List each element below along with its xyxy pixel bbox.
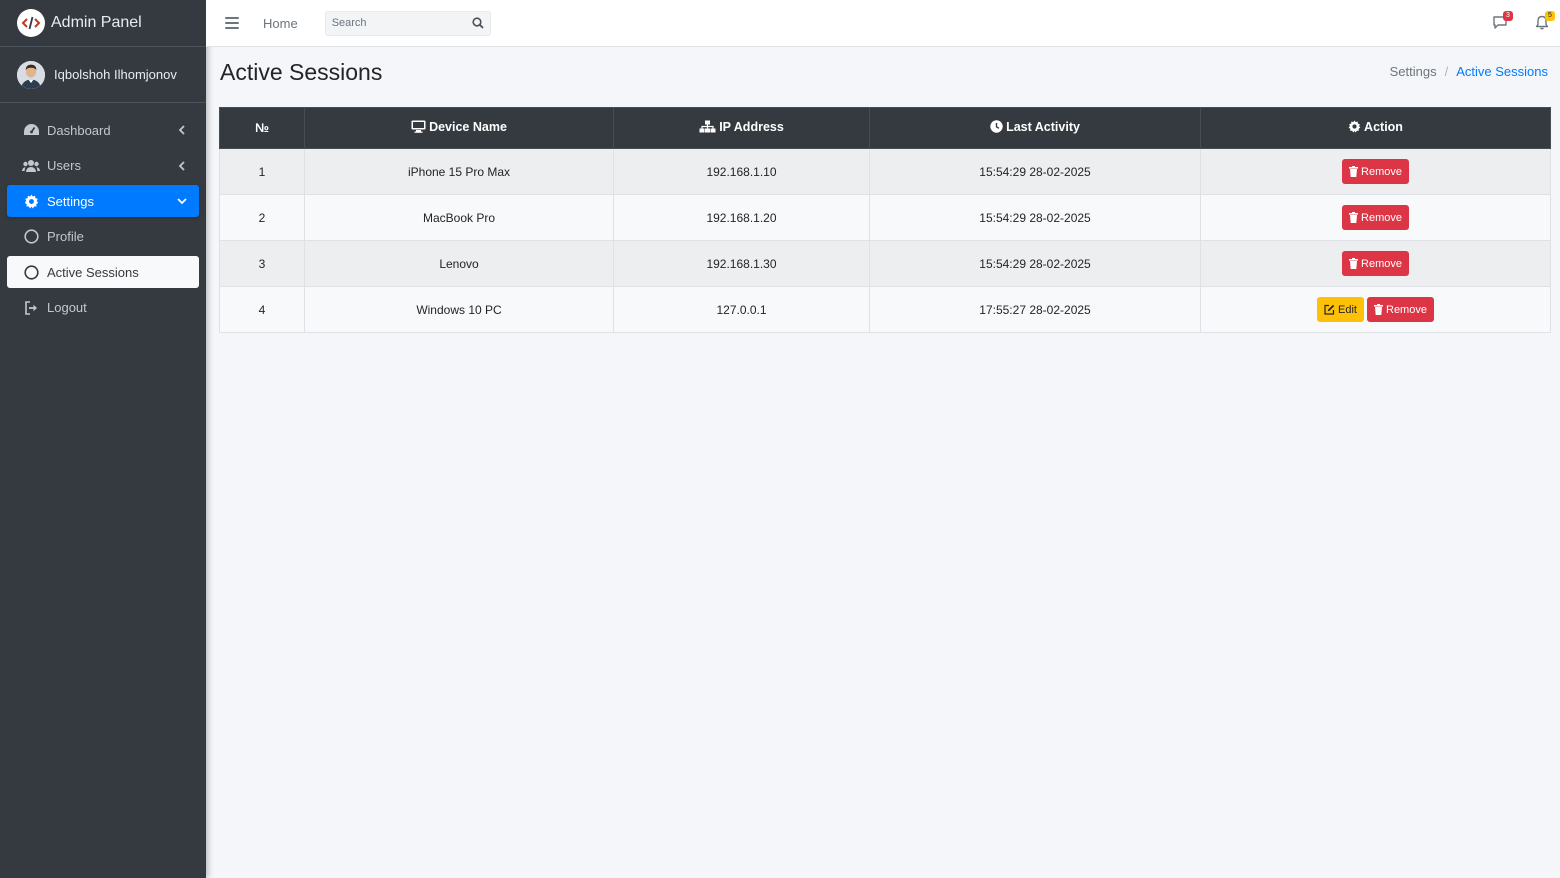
table-row: 2 MacBook Pro 192.168.1.20 15:54:29 28-0… bbox=[219, 194, 1551, 241]
notifications-badge: 5 bbox=[1545, 11, 1555, 21]
desktop-icon bbox=[411, 120, 426, 134]
sessions-table-wrapper: № Device Name IP Address Last Activity A… bbox=[219, 107, 1551, 333]
sidebar-item-label: Settings bbox=[47, 193, 94, 209]
cell-number: 2 bbox=[219, 194, 305, 241]
table-header-row: № Device Name IP Address Last Activity A… bbox=[219, 107, 1551, 149]
sidebar-item-profile[interactable]: Profile bbox=[7, 221, 199, 253]
remove-session-button[interactable]: Remove bbox=[1342, 205, 1409, 230]
brand-link[interactable]: Admin Panel bbox=[0, 0, 206, 47]
cell-ip-address: 192.168.1.10 bbox=[613, 148, 870, 195]
messages-icon[interactable]: 3 bbox=[1490, 11, 1513, 32]
topbar-right: 3 5 bbox=[1490, 11, 1555, 32]
clock-icon bbox=[990, 120, 1003, 133]
cell-action: Remove bbox=[1200, 148, 1551, 195]
trash-icon bbox=[1349, 258, 1359, 269]
cell-last-activity: 15:54:29 28-02-2025 bbox=[869, 194, 1201, 241]
table-row: 3 Lenovo 192.168.1.30 15:54:29 28-02-202… bbox=[219, 240, 1551, 287]
breadcrumb-current: Active Sessions bbox=[1456, 64, 1548, 79]
cell-action: Edit Remove bbox=[1200, 286, 1551, 333]
trash-icon bbox=[1349, 212, 1359, 223]
cell-action: Remove bbox=[1200, 240, 1551, 287]
cell-device-name: Lenovo bbox=[304, 240, 614, 287]
search-box bbox=[324, 10, 491, 36]
gear-icon bbox=[1348, 120, 1361, 133]
cell-ip-address: 192.168.1.30 bbox=[613, 240, 870, 287]
messages-badge: 3 bbox=[1503, 11, 1513, 21]
table-row: 1 iPhone 15 Pro Max 192.168.1.10 15:54:2… bbox=[219, 148, 1551, 195]
trash-icon bbox=[1374, 304, 1383, 315]
breadcrumb-settings-link[interactable]: Settings bbox=[1390, 64, 1437, 79]
cell-device-name: Windows 10 PC bbox=[304, 286, 614, 333]
cell-number: 4 bbox=[219, 286, 305, 333]
sidebar-item-dashboard[interactable]: Dashboard bbox=[7, 114, 199, 146]
chevron-left-icon bbox=[177, 160, 187, 171]
menu-toggle-icon[interactable] bbox=[225, 17, 239, 29]
header-action: Action bbox=[1200, 107, 1551, 149]
sidebar-item-logout[interactable]: Logout bbox=[7, 292, 199, 324]
topbar: Home 3 5 bbox=[206, 0, 1560, 47]
sidebar-nav: Dashboard Users Settings Profile Active … bbox=[0, 103, 206, 324]
sidebar-item-label: Dashboard bbox=[47, 122, 111, 138]
sessions-table: № Device Name IP Address Last Activity A… bbox=[219, 107, 1551, 333]
code-logo-icon bbox=[17, 9, 45, 37]
cell-number: 1 bbox=[219, 148, 305, 195]
sidebar-item-label: Profile bbox=[47, 229, 84, 244]
cell-action: Remove bbox=[1200, 194, 1551, 241]
users-icon bbox=[22, 158, 40, 174]
remove-session-button[interactable]: Remove bbox=[1367, 297, 1434, 322]
breadcrumb-separator: / bbox=[1444, 64, 1449, 79]
cell-device-name: MacBook Pro bbox=[304, 194, 614, 241]
chevron-down-icon bbox=[177, 196, 187, 206]
sidebar-item-label: Users bbox=[47, 158, 81, 173]
edit-session-button[interactable]: Edit bbox=[1317, 297, 1364, 322]
remove-session-button[interactable]: Remove bbox=[1342, 159, 1409, 184]
header-number: № bbox=[219, 107, 305, 149]
sidebar-item-label: Logout bbox=[47, 300, 87, 315]
sidebar-item-label: Active Sessions bbox=[47, 264, 139, 280]
search-icon[interactable] bbox=[466, 12, 490, 35]
header-last-activity: Last Activity bbox=[869, 107, 1201, 149]
home-link[interactable]: Home bbox=[263, 16, 298, 31]
avatar bbox=[17, 60, 45, 89]
page-title: Active Sessions bbox=[220, 59, 383, 85]
sidebar-item-users[interactable]: Users bbox=[7, 150, 199, 182]
remove-session-button[interactable]: Remove bbox=[1342, 251, 1409, 276]
search-input[interactable] bbox=[325, 17, 466, 29]
sidebar-item-active-sessions[interactable]: Active Sessions bbox=[7, 256, 199, 288]
logout-icon bbox=[22, 300, 40, 316]
network-icon bbox=[699, 120, 716, 133]
cell-last-activity: 17:55:27 28-02-2025 bbox=[869, 286, 1201, 333]
trash-icon bbox=[1349, 166, 1359, 177]
circle-icon bbox=[22, 264, 40, 280]
cell-number: 3 bbox=[219, 240, 305, 287]
user-name: Iqbolshoh Ilhomjonov bbox=[54, 67, 177, 82]
cell-last-activity: 15:54:29 28-02-2025 bbox=[869, 240, 1201, 287]
gear-icon bbox=[22, 193, 40, 209]
cell-ip-address: 192.168.1.20 bbox=[613, 194, 870, 241]
circle-icon bbox=[22, 229, 40, 245]
edit-icon bbox=[1324, 304, 1335, 315]
sidebar-item-settings[interactable]: Settings bbox=[7, 185, 199, 217]
header-ip-address: IP Address bbox=[613, 107, 870, 149]
brand-title: Admin Panel bbox=[51, 14, 142, 31]
cell-ip-address: 127.0.0.1 bbox=[613, 286, 870, 333]
breadcrumb: Settings / Active Sessions bbox=[1390, 64, 1548, 79]
sidebar: Admin Panel Iqbolshoh Ilhomjonov Dashboa… bbox=[0, 0, 206, 878]
chevron-left-icon bbox=[177, 125, 187, 135]
tachometer-icon bbox=[22, 122, 40, 138]
table-row: 4 Windows 10 PC 127.0.0.1 17:55:27 28-02… bbox=[219, 286, 1551, 333]
cell-device-name: iPhone 15 Pro Max bbox=[304, 148, 614, 195]
notifications-bell-icon[interactable]: 5 bbox=[1532, 11, 1555, 32]
header-device-name: Device Name bbox=[304, 107, 614, 149]
user-panel[interactable]: Iqbolshoh Ilhomjonov bbox=[0, 47, 206, 103]
cell-last-activity: 15:54:29 28-02-2025 bbox=[869, 148, 1201, 195]
